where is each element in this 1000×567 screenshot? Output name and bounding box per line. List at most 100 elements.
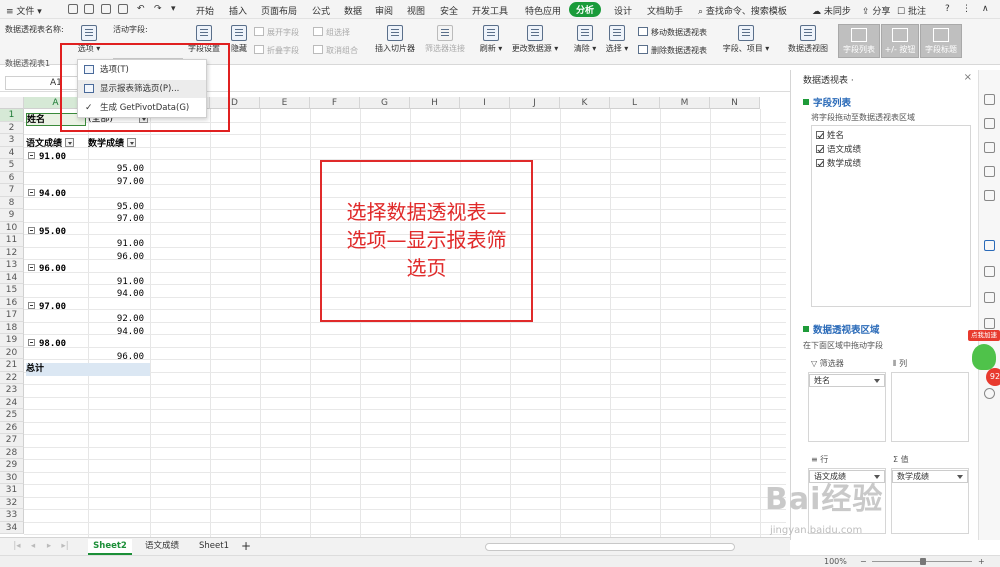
tab-security[interactable]: 安全 [440,4,458,17]
row-header-23[interactable]: 23 [0,384,24,397]
group-selection-button[interactable]: 组选择 [313,27,350,38]
ungroup-button[interactable]: 取消组合 [313,45,358,56]
menu-item-show-report-filter-pages[interactable]: 显示报表筛选页(P)... [78,80,206,98]
value-cell[interactable]: 94.00 [88,326,144,339]
row-header-27[interactable]: 27 [0,434,24,447]
row-header-1[interactable]: 1 [0,109,24,122]
backup-icon[interactable] [984,266,995,277]
accelerate-badge[interactable]: 点我加速 92 [968,330,1000,394]
collapse-minus-icon[interactable] [28,226,35,234]
delete-pivot-button[interactable]: 删除数据透视表 [638,45,707,56]
row-header-17[interactable]: 17 [0,309,24,322]
field-item-math[interactable]: 数学成绩 [816,157,861,169]
row-header-3[interactable]: 3 [0,134,24,147]
column-header-h[interactable]: H [410,97,460,109]
field-headers-toggle[interactable]: 字段标题 [920,24,962,58]
row-header-7[interactable]: 7 [0,184,24,197]
add-sheet-icon[interactable]: + [238,539,254,555]
filter-connection-button[interactable]: 筛选器连接 [422,25,468,54]
area-title[interactable]: 数据透视表区域 [803,322,880,336]
tab-doc-assistant[interactable]: 文档助手 [647,4,683,17]
next-sheet-icon[interactable]: ▸ [42,539,56,555]
row-header-19[interactable]: 19 [0,334,24,347]
row-header-26[interactable]: 26 [0,421,24,434]
group-row-label[interactable]: 97.00 [28,301,86,314]
row-header-22[interactable]: 22 [0,371,24,384]
open-icon[interactable] [84,4,94,14]
field-item-name[interactable]: 姓名 [816,129,844,141]
style-tool-icon[interactable] [984,142,995,153]
row-header-18[interactable]: 18 [0,321,24,334]
tab-insert[interactable]: 插入 [229,4,247,17]
value-cell[interactable]: 92.00 [88,313,144,326]
zoom-out-icon[interactable]: − [860,557,867,566]
row-header-dropdown-icon[interactable] [65,138,75,147]
file-menu[interactable]: ≡ 文件 ▾ [6,4,42,17]
filter-zone-item[interactable]: 姓名 [809,374,885,387]
print-icon[interactable] [101,4,111,14]
filter-tool-icon[interactable] [984,190,995,201]
filter-zone[interactable]: 姓名 [808,372,886,442]
row-header-5[interactable]: 5 [0,159,24,172]
row-header-12[interactable]: 12 [0,246,24,259]
insert-slicer-button[interactable]: 插入切片器 [372,25,418,54]
tab-sheet1[interactable]: Sheet1 [192,539,236,555]
column-header-m[interactable]: M [660,97,710,109]
table-tool-icon[interactable] [984,166,995,177]
tab-home[interactable]: 开始 [196,4,214,17]
column-header-e[interactable]: E [260,97,310,109]
hide-button[interactable]: 隐藏 [228,25,250,54]
select-button[interactable]: 选择 ▾ [604,25,630,54]
column-header-g[interactable]: G [360,97,410,109]
comment-pane-icon[interactable] [984,318,995,329]
help-button[interactable]: ? [945,4,950,14]
prev-sheet-icon[interactable]: ◂ [26,539,40,555]
menu-item-options[interactable]: 选项(T) [78,61,206,79]
column-header-k[interactable]: K [560,97,610,109]
save-icon[interactable] [68,4,78,14]
tab-developer[interactable]: 开发工具 [472,4,508,17]
collapse-minus-icon[interactable] [28,264,35,271]
more-options-icon[interactable]: ⋮ [962,4,971,14]
group-row-label[interactable]: 94.00 [28,188,86,201]
expand-field-button[interactable]: 展开字段 [254,27,299,38]
row-header-21[interactable]: 21 [0,359,24,372]
plus-minus-toggle[interactable]: +/- 按钮 [881,24,919,58]
share-button[interactable]: ⇪ 分享 [862,4,890,17]
sync-status[interactable]: ☁ 未同步 [812,4,851,17]
undo-icon[interactable]: ↶ [137,4,145,14]
change-source-button[interactable]: 更改数据源 ▾ [510,25,560,54]
value-cell[interactable]: 94.00 [88,288,144,301]
tab-page-layout[interactable]: 页面布局 [261,4,297,17]
collapse-minus-icon[interactable] [28,301,35,309]
column-header-i[interactable]: I [460,97,510,109]
group-row-label[interactable]: 98.00 [28,338,86,351]
row-header-13[interactable]: 13 [0,259,24,272]
refresh-button[interactable]: 刷新 ▾ [478,25,504,54]
row-header-20[interactable]: 20 [0,346,24,359]
tab-special[interactable]: 特色应用 [525,4,561,17]
collapse-minus-icon[interactable] [28,189,35,196]
checkbox-checked-icon[interactable] [816,159,824,167]
row-header-6[interactable]: 6 [0,171,24,184]
first-sheet-icon[interactable]: |◂ [10,539,24,555]
pane-title[interactable]: 数据透视表 · [803,73,854,86]
field-list-title[interactable]: 字段列表 [803,95,851,109]
tab-view[interactable]: 视图 [407,4,425,17]
column-header-l[interactable]: L [610,97,660,109]
row-header-30[interactable]: 30 [0,471,24,484]
tab-chinese-scores[interactable]: 语文成绩 [136,539,188,555]
tab-formulas[interactable]: 公式 [312,4,330,17]
row-header-10[interactable]: 10 [0,221,24,234]
collapse-minus-icon[interactable] [28,151,35,159]
row-header-31[interactable]: 31 [0,484,24,497]
row-header-4[interactable]: 4 [0,146,24,159]
field-item-chinese[interactable]: 语文成绩 [816,143,861,155]
row-header-32[interactable]: 32 [0,496,24,509]
more-icon[interactable]: ▾ [171,4,176,14]
group-row-label[interactable]: 95.00 [28,226,86,239]
comment-button[interactable]: ☐ 批注 [897,4,926,17]
row-header-33[interactable]: 33 [0,509,24,522]
last-sheet-icon[interactable]: ▸| [58,539,72,555]
value-cell[interactable]: 96.00 [88,351,144,364]
